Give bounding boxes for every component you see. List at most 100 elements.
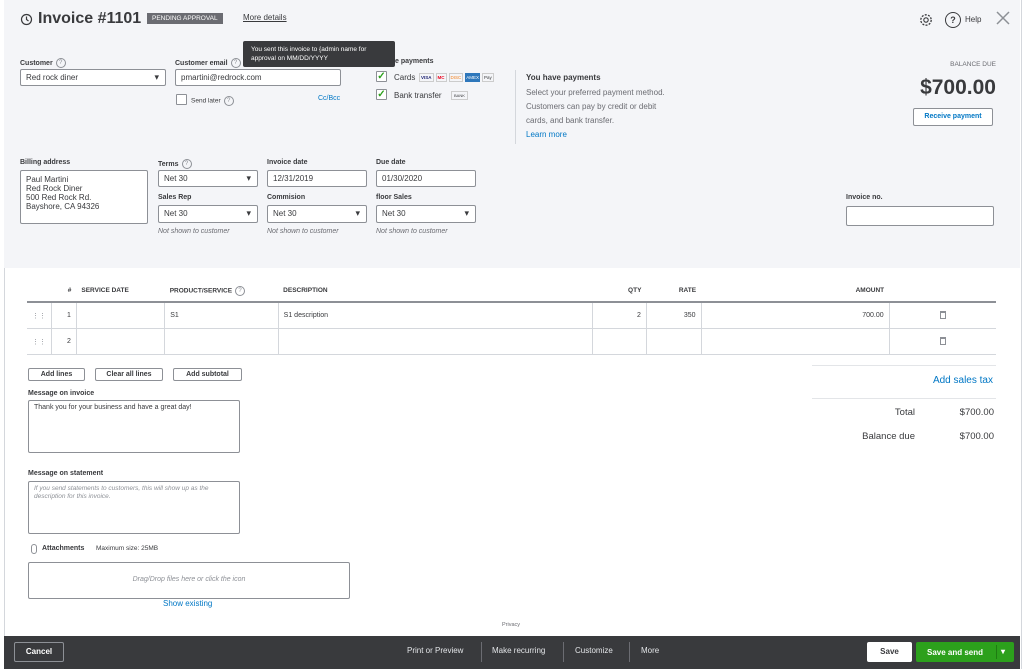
chevron-down-icon[interactable]: ▾ <box>1001 647 1005 656</box>
delete-column-header <box>889 280 996 303</box>
floor-sales-select[interactable]: Net 30 <box>376 205 476 223</box>
billing-address-label: Billing address <box>20 159 71 166</box>
payments-info-line-2: Customers can pay by credit or debit <box>526 102 657 111</box>
commission-select[interactable]: Net 30 <box>267 205 367 223</box>
close-icon[interactable] <box>995 10 1011 26</box>
help-icon[interactable]: ? <box>230 58 241 68</box>
mastercard-icon: MC <box>435 73 447 82</box>
bank-transfer-checkbox[interactable]: ✓ <box>376 89 387 100</box>
save-button[interactable]: Save <box>867 642 912 662</box>
cards-checkbox[interactable]: ✓ <box>376 71 387 82</box>
cc-bcc-link[interactable]: Cc/Bcc <box>318 95 340 102</box>
message-invoice-value: Thank you for your business and have a g… <box>34 404 192 411</box>
trash-icon[interactable] <box>939 310 946 319</box>
column-header-rate: RATE <box>646 280 702 303</box>
print-preview-button[interactable]: Print or Preview <box>407 646 463 655</box>
sales-rep-select[interactable]: Net 30 <box>158 205 258 223</box>
delete-cell <box>888 328 996 355</box>
customer-email-label: Customer email? <box>175 58 241 68</box>
help-icon[interactable]: ? <box>945 12 961 28</box>
table-row[interactable]: ⋮⋮ 1 S1 S1 description 2 350 700.00 <box>27 302 996 329</box>
totals-divider-top <box>812 365 996 366</box>
payments-divider <box>515 70 516 144</box>
approval-tooltip: You sent this invoice to {admin name for… <box>243 41 395 67</box>
terms-select[interactable]: Net 30 <box>158 170 258 187</box>
message-statement-label: Message on statement <box>28 470 104 477</box>
privacy-link[interactable]: Privacy <box>502 622 520 628</box>
message-statement-field[interactable]: If you send statements to customers, thi… <box>28 481 240 534</box>
cell-product-service[interactable]: S1 <box>164 302 279 329</box>
due-date-field[interactable]: 01/30/2020 <box>376 170 476 187</box>
add-sales-tax-link[interactable]: Add sales tax <box>933 375 993 386</box>
commission-note: Not shown to customer <box>267 228 339 235</box>
amex-icon: AMEX <box>465 73 481 82</box>
make-recurring-button[interactable]: Make recurring <box>492 646 545 655</box>
drag-column-header <box>27 280 52 303</box>
table-header-row: # SERVICE DATE PRODUCT/SERVICE? DESCRIPT… <box>27 280 996 303</box>
cancel-button[interactable]: Cancel <box>14 642 64 662</box>
show-existing-link[interactable]: Show existing <box>163 599 212 608</box>
payments-info-line-1: Select your preferred payment method. <box>526 88 665 97</box>
page-title: Invoice #1101 <box>38 10 142 27</box>
drag-handle-icon[interactable]: ⋮⋮ <box>27 302 52 329</box>
column-header-number: # <box>51 280 77 303</box>
cell-service-date[interactable] <box>75 302 165 329</box>
column-header-service-date: SERVICE DATE <box>76 280 165 303</box>
learn-more-link[interactable]: Learn more <box>526 130 567 139</box>
column-header-qty: QTY <box>592 280 647 303</box>
cards-label: Cards <box>394 73 416 82</box>
balance-due-total-value: $700.00 <box>959 431 994 442</box>
help-icon[interactable]: ? <box>181 159 192 169</box>
send-later-checkbox[interactable] <box>176 94 187 105</box>
cell-qty[interactable]: 2 <box>592 302 647 329</box>
cell-service-date[interactable] <box>75 328 165 355</box>
commission-label: Commision <box>267 194 306 201</box>
add-subtotal-button[interactable]: Add subtotal <box>173 368 242 381</box>
balance-due-label: BALANCE DUE <box>950 61 996 68</box>
customer-select[interactable]: Red rock diner <box>20 69 166 86</box>
cell-description[interactable] <box>277 328 593 355</box>
balance-due-total-label: Balance due <box>862 431 915 442</box>
save-and-send-label: Save and send <box>927 648 984 657</box>
invoice-no-field[interactable] <box>846 206 994 226</box>
line-items-table: # SERVICE DATE PRODUCT/SERVICE? DESCRIPT… <box>27 280 996 355</box>
customize-button[interactable]: Customize <box>575 646 613 655</box>
send-later-label: Send later? <box>191 96 234 106</box>
cell-rate[interactable]: 350 <box>645 302 702 329</box>
history-icon[interactable] <box>20 13 33 26</box>
cancel-label: Cancel <box>25 647 53 656</box>
total-value: $700.00 <box>959 407 994 418</box>
visa-icon: VISA <box>419 73 434 82</box>
help-icon[interactable]: ? <box>235 285 246 296</box>
help-icon[interactable]: ? <box>223 96 234 106</box>
sales-rep-value: Net 30 <box>164 209 188 218</box>
more-details-link[interactable]: More details <box>243 13 287 22</box>
save-and-send-button[interactable]: Save and send ▾ <box>916 642 1014 662</box>
row-number: 1 <box>51 302 77 329</box>
cell-description[interactable]: S1 description <box>277 302 593 329</box>
billing-address-field[interactable]: Paul Martini Red Rock Diner 500 Red Rock… <box>20 170 148 224</box>
more-button[interactable]: More <box>641 646 659 655</box>
message-statement-placeholder: If you send statements to customers, thi… <box>34 485 209 500</box>
attachments-dropzone[interactable]: Drag/Drop files here or click the icon <box>28 562 350 599</box>
cell-qty[interactable] <box>592 328 647 355</box>
cell-amount[interactable] <box>700 328 890 355</box>
commission-value: Net 30 <box>273 209 297 218</box>
add-lines-button[interactable]: Add lines <box>28 368 85 381</box>
gear-icon[interactable] <box>919 13 933 27</box>
cell-rate[interactable] <box>645 328 702 355</box>
clear-all-lines-button[interactable]: Clear all lines <box>95 368 163 381</box>
invoice-header-panel <box>4 0 1020 268</box>
customer-email-field[interactable]: pmartini@redrock.com <box>175 69 341 86</box>
message-invoice-field[interactable]: Thank you for your business and have a g… <box>28 400 240 453</box>
help-icon[interactable]: ? <box>55 58 66 68</box>
trash-icon[interactable] <box>939 336 946 345</box>
cell-product-service[interactable] <box>164 328 279 355</box>
cell-amount[interactable]: 700.00 <box>700 302 890 329</box>
invoice-date-field[interactable]: 12/31/2019 <box>267 170 367 187</box>
help-label[interactable]: Help <box>965 15 981 24</box>
receive-payment-button[interactable]: Receive payment <box>913 108 993 126</box>
billing-line: Red Rock Diner <box>26 184 83 193</box>
drag-handle-icon[interactable]: ⋮⋮ <box>27 328 52 355</box>
table-row[interactable]: ⋮⋮ 2 <box>27 328 996 355</box>
